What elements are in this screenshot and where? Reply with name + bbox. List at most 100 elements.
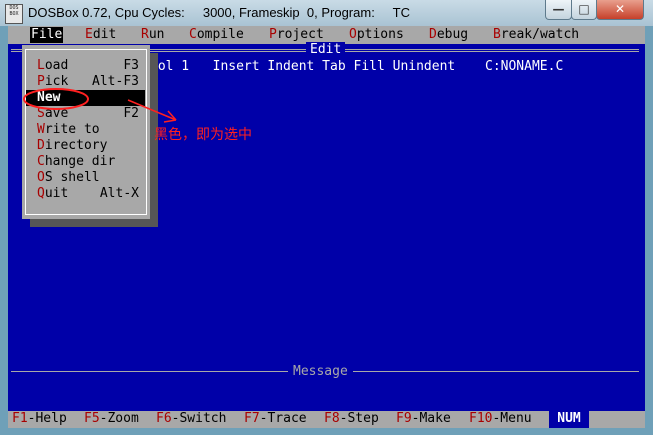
fkey-help[interactable]: F1-Help [12, 411, 67, 427]
menu-item-hotkey: C [37, 154, 45, 169]
menu-item-hotkey: Q [37, 186, 45, 201]
menu-edit[interactable]: Edit [85, 27, 116, 43]
menu-item-label: Save [37, 106, 68, 122]
fkey-make[interactable]: F9-Make [396, 411, 451, 427]
file-menu-pick[interactable]: Pick Alt-F3 [26, 74, 145, 90]
menu-item-label: Load [37, 58, 68, 74]
menu-item-label: Pick [37, 74, 68, 90]
menu-item-text: rite to [44, 122, 100, 137]
menu-item-hotkey: S [37, 106, 45, 121]
num-lock-indicator: NUM [549, 411, 589, 428]
menu-item-shortcut: Alt-F3 [92, 74, 139, 89]
menu-hotkey: P [269, 27, 277, 42]
menu-project[interactable]: Project [269, 27, 324, 43]
menu-item-label: Change dir [37, 154, 115, 170]
window-titlebar[interactable]: DOS BOX DOSBox 0.72, Cpu Cycles: 3000, F… [0, 0, 653, 27]
menu-item-hotkey: L [37, 58, 45, 73]
menu-item-text: hange dir [44, 154, 116, 169]
function-key-bar: F1-Help F5-Zoom F6-Switch F7-Trace F8-St… [8, 411, 645, 428]
file-menu-load[interactable]: Load F3 [26, 58, 145, 74]
menu-break-watch[interactable]: Break/watch [493, 27, 579, 43]
fkey-key: F5 [84, 411, 100, 426]
menu-item-label: OS shell [37, 170, 100, 186]
dosbox-app-icon: DOS BOX [5, 4, 23, 24]
menu-item-hotkey: P [37, 74, 45, 89]
menu-label: ompile [196, 27, 244, 42]
menu-item-text: irectory [44, 138, 108, 153]
fkey-label: -Help [27, 411, 67, 426]
file-dropdown-menu: Load F3 Pick Alt-F3 New Save F2 Write to… [22, 45, 150, 219]
file-menu-os-shell[interactable]: OS shell [26, 170, 145, 186]
editor-filename: C:NONAME.C [485, 59, 564, 74]
menu-debug[interactable]: Debug [429, 27, 468, 43]
menu-item-hotkey: O [37, 170, 45, 185]
minimize-button[interactable]: — [545, 0, 572, 20]
fkey-switch[interactable]: F6-Switch [156, 411, 226, 427]
fkey-label: -Switch [171, 411, 227, 426]
fkey-step[interactable]: F8-Step [324, 411, 379, 427]
menu-hotkey: D [429, 27, 437, 42]
fkey-menu[interactable]: F10-Menu [469, 411, 532, 427]
file-menu-directory[interactable]: Directory [26, 138, 145, 154]
fkey-label: -Step [339, 411, 379, 426]
fkey-label: -Zoom [99, 411, 139, 426]
file-menu-new[interactable]: New [26, 90, 145, 106]
file-menu-write-to[interactable]: Write to [26, 122, 145, 138]
fkey-key: F6 [156, 411, 172, 426]
fkey-key: F9 [396, 411, 412, 426]
fkey-key: F8 [324, 411, 340, 426]
menu-item-text: ave [44, 106, 69, 121]
dos-screen[interactable]: File Edit Run Compile Project Options De… [8, 26, 645, 428]
menu-hotkey: B [493, 27, 501, 42]
menu-item-hotkey: N [37, 90, 45, 105]
message-window-title: Message [288, 364, 353, 380]
menu-label: dit [92, 27, 117, 42]
dropdown-shadow [30, 219, 158, 227]
menu-item-shortcut: F2 [123, 106, 139, 121]
file-menu-change-dir[interactable]: Change dir [26, 154, 145, 170]
menu-hotkey: F [31, 27, 39, 42]
menu-label: ile [38, 27, 63, 42]
menu-item-label: Directory [37, 138, 107, 154]
menu-hotkey: E [85, 27, 93, 42]
menu-options[interactable]: Options [349, 27, 404, 43]
menu-file[interactable]: File [30, 27, 64, 43]
menu-hotkey: O [349, 27, 357, 42]
menu-item-text: ew [44, 90, 61, 105]
menu-run[interactable]: Run [141, 27, 164, 43]
menu-item-shortcut: Alt-X [99, 186, 139, 201]
fkey-zoom[interactable]: F5-Zoom [84, 411, 139, 427]
fkey-trace[interactable]: F7-Trace [244, 411, 307, 427]
menu-compile[interactable]: Compile [189, 27, 244, 43]
fkey-key: F1 [12, 411, 28, 426]
menu-label: ptions [356, 27, 404, 42]
menu-hotkey: R [141, 27, 149, 42]
menu-label: ebug [436, 27, 469, 42]
menu-item-hotkey: D [37, 138, 45, 153]
menu-item-text: oad [44, 58, 69, 73]
menu-item-label: New [37, 90, 60, 106]
close-button[interactable]: ✕ [596, 0, 644, 20]
menu-item-text: uit [44, 186, 69, 201]
fkey-label: -Menu [492, 411, 532, 426]
annotation-note: 黑色，即为选中 [154, 127, 252, 143]
menu-item-text: S shell [44, 170, 100, 185]
window-title: DOSBox 0.72, Cpu Cycles: 3000, Frameskip… [28, 5, 410, 20]
file-menu-quit[interactable]: Quit Alt-X [26, 186, 145, 202]
menu-label: un [148, 27, 165, 42]
menu-label: roject [276, 27, 324, 42]
fkey-key: F7 [244, 411, 260, 426]
menu-hotkey: C [189, 27, 197, 42]
window-frame-right [645, 26, 653, 435]
menu-item-label: Quit [37, 186, 68, 202]
menu-item-text: ick [44, 74, 69, 89]
maximize-button[interactable]: □ [571, 0, 597, 20]
menu-item-shortcut: F3 [123, 58, 139, 73]
editor-status-line: Col 1 Insert Indent Tab Fill Unindent [150, 59, 456, 74]
menu-item-label: Write to [37, 122, 100, 138]
file-menu-save[interactable]: Save F2 [26, 106, 145, 122]
fkey-label: -Trace [259, 411, 307, 426]
menu-label: reak/watch [500, 27, 580, 42]
fkey-label: -Make [411, 411, 451, 426]
edit-window-title: Edit [306, 42, 346, 58]
